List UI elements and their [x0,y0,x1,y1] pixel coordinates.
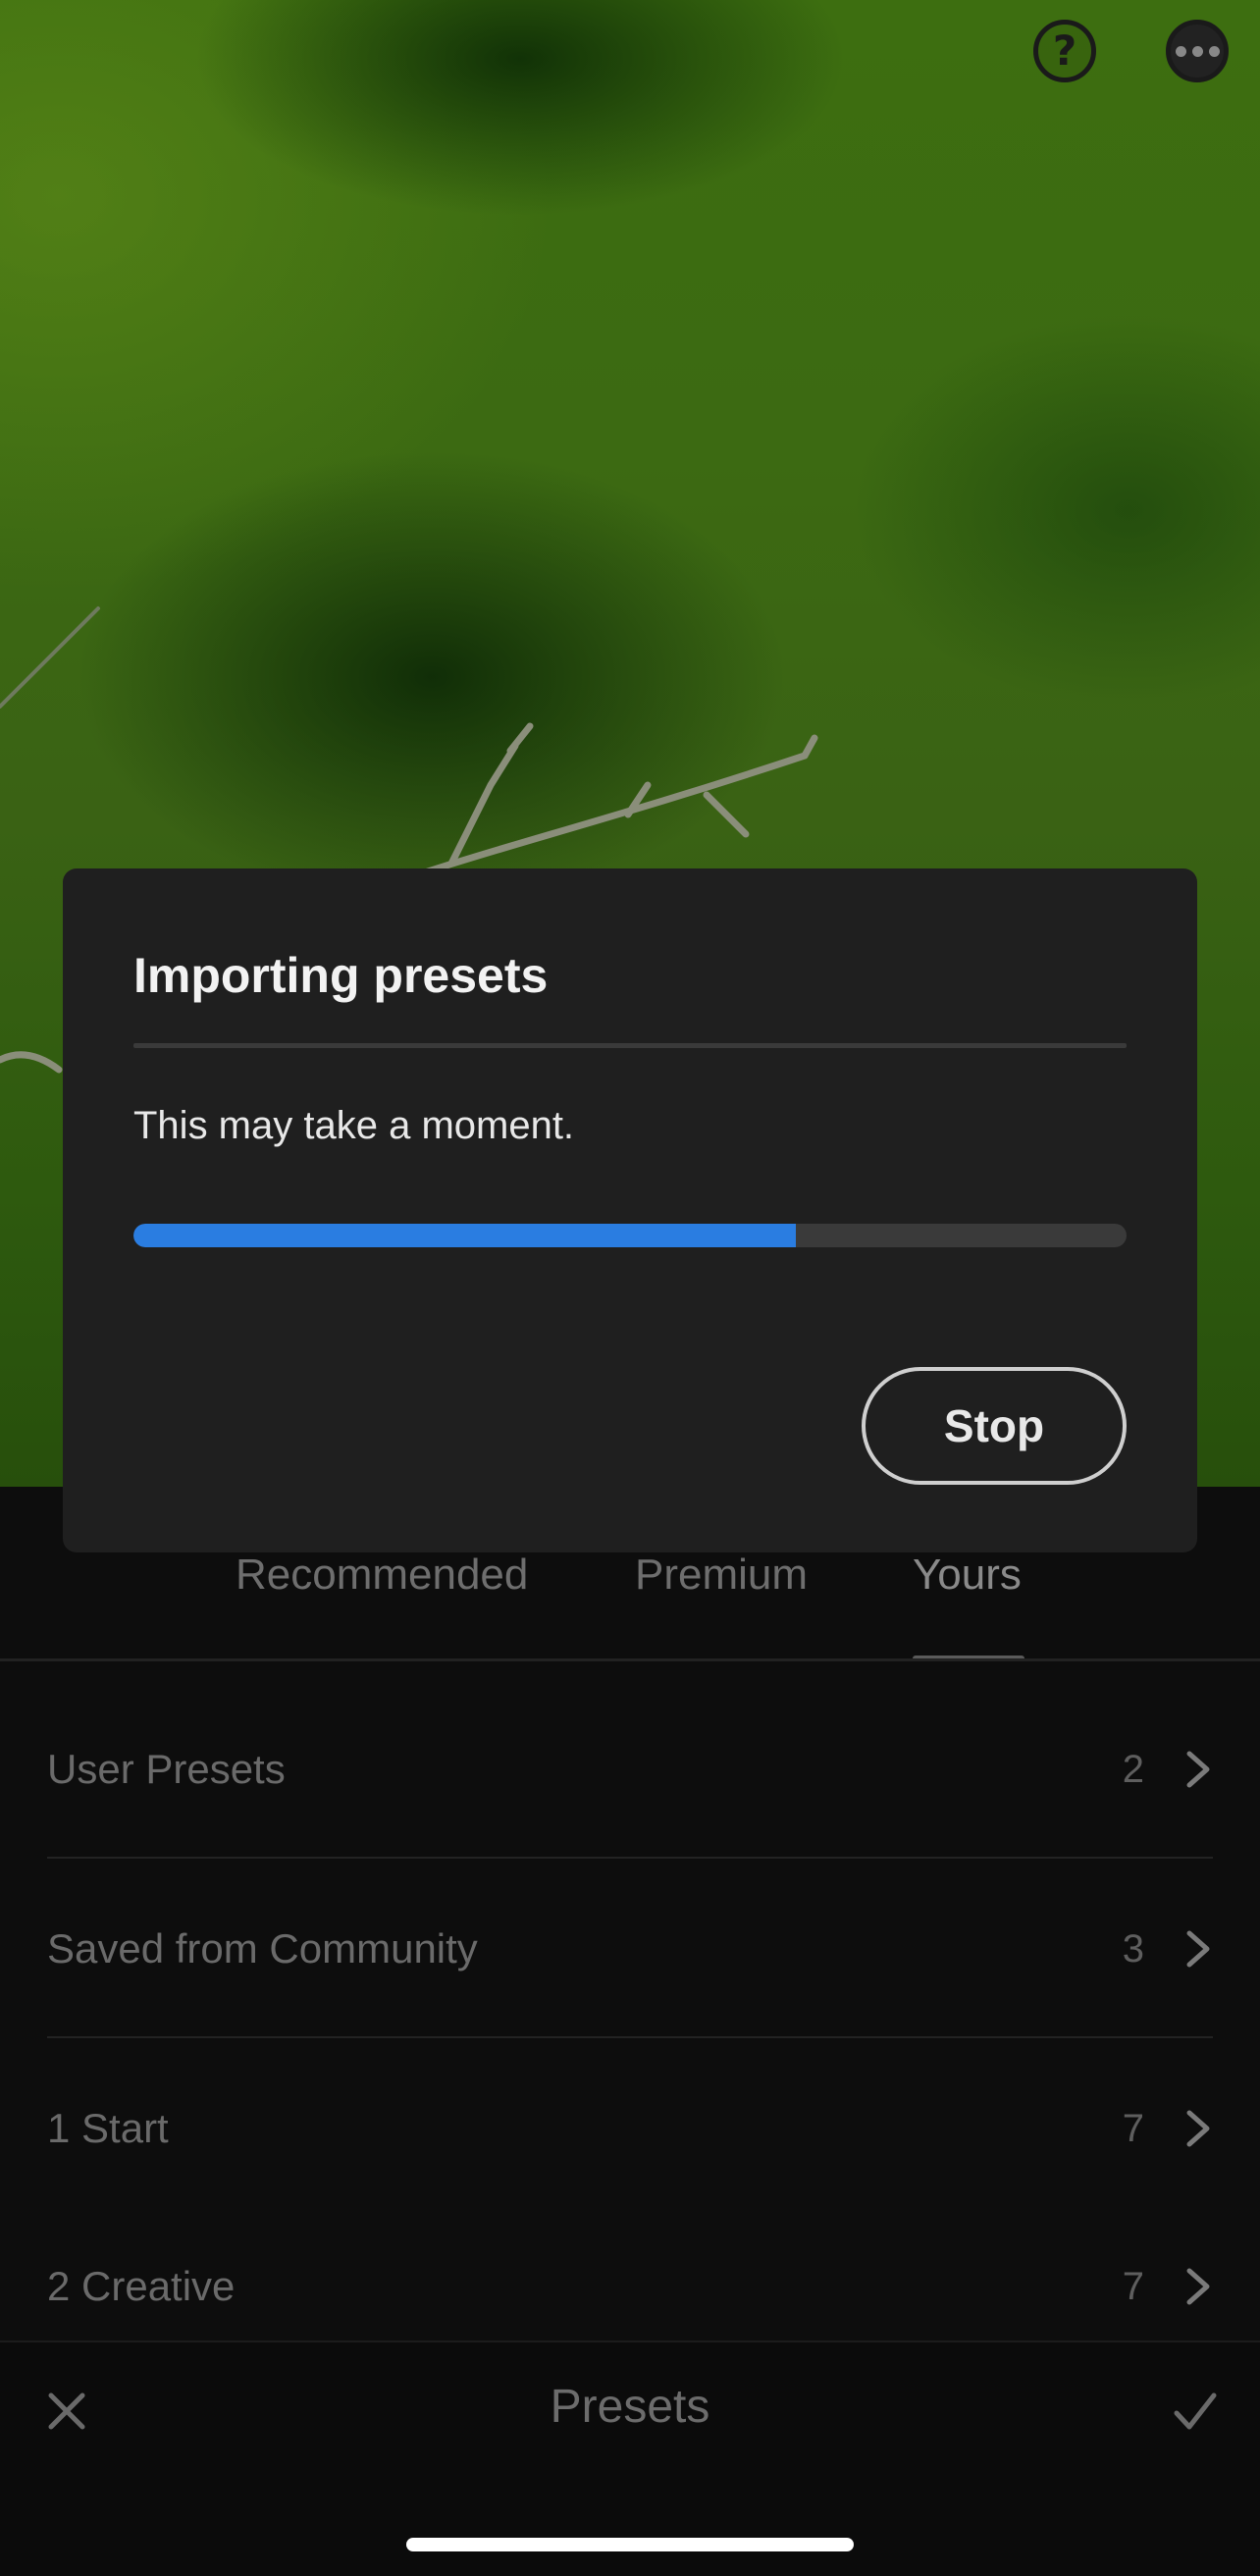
list-item-count: 7 [1122,2264,1144,2308]
dialog-title: Importing presets [133,948,549,1003]
chevron-right-icon [1186,2110,1210,2147]
list-item-count: 2 [1122,1747,1144,1791]
chevron-right-icon [1186,2268,1210,2305]
list-divider [47,1857,1213,1859]
tab-yours[interactable]: Yours [913,1551,1022,1600]
list-divider [47,2036,1213,2038]
list-item-count: 3 [1122,1926,1144,1971]
more-options-icon[interactable] [1166,20,1229,82]
dialog-message: This may take a moment. [133,1104,575,1147]
list-item-label: 2 Creative [47,2263,236,2309]
chevron-right-icon [1186,1751,1210,1788]
preset-group-saved-from-community[interactable]: Saved from Community 3 [47,1861,1213,2037]
list-item-label: User Presets [47,1746,286,1792]
tab-premium[interactable]: Premium [635,1551,808,1600]
chevron-right-icon [1186,1930,1210,1968]
import-progress-dialog: Importing presets This may take a moment… [63,868,1197,1552]
tab-recommended[interactable]: Recommended [236,1551,528,1600]
panel-title: Presets [550,2381,710,2433]
preset-group-1-start[interactable]: 1 Start 7 [47,2040,1213,2217]
preset-group-user-presets[interactable]: User Presets 2 [47,1681,1213,1858]
import-progress-bar [133,1224,1127,1247]
tabs-divider [0,1658,1260,1661]
home-indicator[interactable] [406,2538,854,2551]
list-item-label: Saved from Community [47,1925,478,1971]
list-item-count: 7 [1122,2106,1144,2150]
checkmark-icon[interactable] [1173,2390,1218,2433]
dialog-divider [133,1043,1127,1048]
list-item-label: 1 Start [47,2105,169,2151]
stop-button[interactable]: Stop [862,1367,1127,1485]
progress-fill [133,1224,796,1247]
help-icon[interactable]: ? [1033,20,1096,82]
